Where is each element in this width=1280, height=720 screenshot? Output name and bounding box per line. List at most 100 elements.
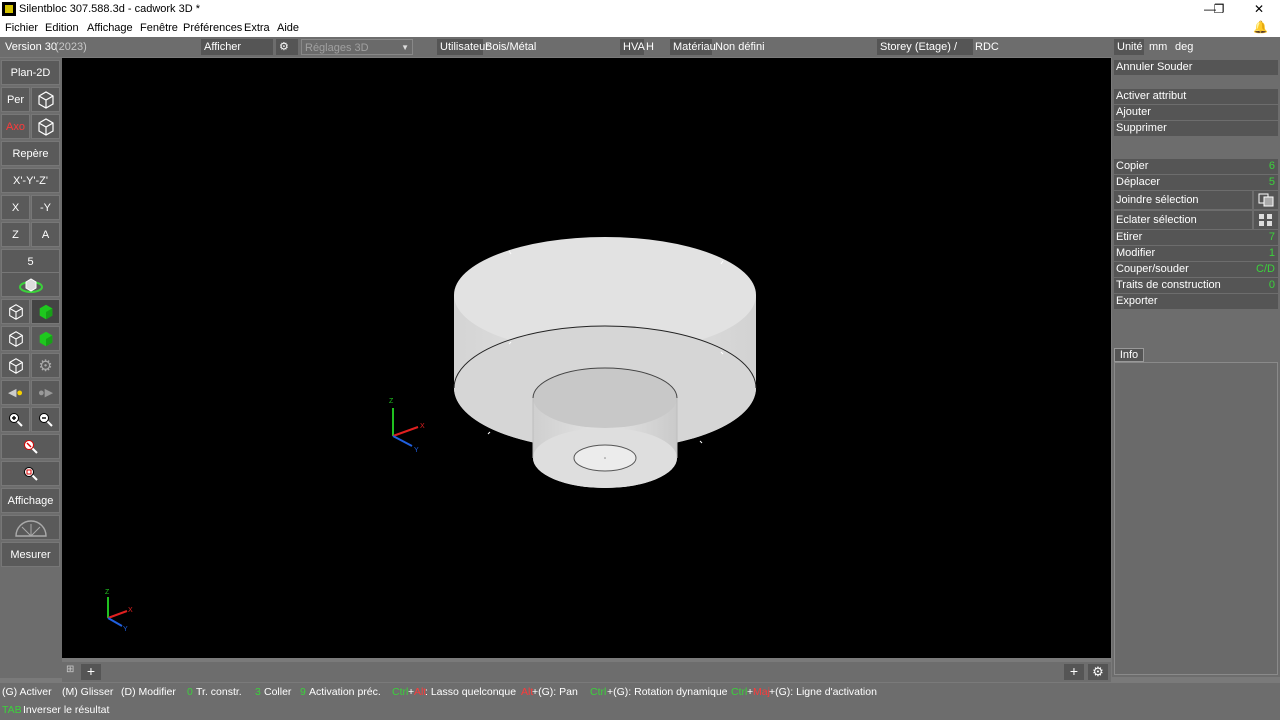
axo-button[interactable]: Axo — [1, 114, 30, 139]
bell-icon[interactable]: 🔔 — [1253, 20, 1268, 34]
annuler-souder-button[interactable]: Annuler Souder — [1114, 60, 1278, 75]
storey-button[interactable]: Storey (Etage) / IFC — [877, 39, 973, 69]
add-view-right-button[interactable]: + — [1064, 664, 1084, 680]
user-button[interactable]: Utilisateur — [437, 39, 489, 55]
copier-label: Copier — [1116, 160, 1149, 172]
status-constr-key: 0 — [187, 686, 193, 698]
neg-y-view-button[interactable]: -Y — [31, 195, 60, 220]
mesurer-button[interactable]: Mesurer — [1, 542, 60, 567]
silentbloc-model[interactable] — [453, 237, 757, 488]
corner-axis-triad: Z X Y — [105, 589, 133, 633]
storey-value: RDC — [975, 41, 999, 53]
restore-button[interactable]: ❐ — [1204, 1, 1234, 18]
etirer-shortcut: 7 — [1268, 231, 1275, 243]
menu-affichage[interactable]: Affichage — [87, 22, 133, 34]
close-button[interactable]: ✕ — [1244, 1, 1274, 18]
hva-button[interactable]: HVA — [620, 39, 645, 55]
deplacer-button[interactable]: Déplacer 5 — [1114, 175, 1278, 190]
settings-3d-select[interactable]: Réglages 3D ▼ — [301, 39, 413, 55]
status-activation-key: 9 — [300, 686, 306, 698]
modifier-button[interactable]: Modifier 1 — [1114, 246, 1278, 261]
version-label: Version 30 — [5, 41, 57, 53]
menu-fenetre[interactable]: Fenêtre — [140, 22, 178, 34]
tab-info[interactable]: Info — [1114, 348, 1144, 362]
traits-construction-label: Traits de construction — [1116, 279, 1221, 291]
center-axis-triad: Z X Y — [389, 398, 425, 454]
status-pan: +(G): Pan — [532, 686, 578, 698]
unit-length: mm — [1149, 41, 1168, 53]
ajouter-button[interactable]: Ajouter — [1114, 105, 1278, 120]
a-view-button[interactable]: A — [31, 222, 60, 247]
left-toolbar: Plan-2D Per Axo Repère X'-Y'-Z' X -Y Z A… — [0, 58, 62, 678]
status-rotation-key: Ctrl — [590, 686, 607, 698]
user-value: Bois/Métal — [485, 41, 537, 53]
status-constr: Tr. constr. — [196, 686, 242, 698]
gear-icon[interactable]: ⚙ — [276, 39, 298, 55]
title-bar: Silentbloc 307.588.3d - cadwork 3D * — ❐… — [0, 0, 1280, 19]
hidden-line-cube-icon[interactable] — [1, 326, 30, 351]
axo-cube-icon[interactable] — [31, 114, 60, 139]
join-selection-icon[interactable] — [1254, 191, 1278, 209]
menu-extra[interactable]: Extra — [244, 22, 270, 34]
center-axis-x-label: X — [420, 423, 425, 430]
rotate-view-icon[interactable] — [1, 272, 60, 297]
version-year: (2023) — [55, 41, 87, 53]
xyz-button[interactable]: X'-Y'-Z' — [1, 168, 60, 193]
top-toolbar: Version 30 (2023) Afficher attribut ⚙ Ré… — [0, 37, 1280, 69]
etirer-label: Etirer — [1116, 231, 1143, 243]
joindre-selection-button[interactable]: Joindre sélection — [1114, 191, 1252, 209]
modifier-shortcut: 1 — [1268, 247, 1275, 259]
couper-souder-button[interactable]: Couper/souder C/D — [1114, 262, 1278, 277]
menu-edition[interactable]: Edition — [45, 22, 79, 34]
z-view-button[interactable]: Z — [1, 222, 30, 247]
exporter-button[interactable]: Exporter — [1114, 294, 1278, 309]
chevron-down-icon: ▼ — [401, 43, 409, 52]
affichage-button[interactable]: Affichage — [1, 488, 60, 513]
repere-button[interactable]: Repère — [1, 141, 60, 166]
protractor-icon[interactable] — [1, 515, 60, 540]
traits-construction-shortcut: 0 — [1268, 279, 1275, 291]
zoom-in-icon[interactable] — [1, 407, 30, 432]
material-value: Non défini — [715, 41, 765, 53]
view-5-button[interactable]: 5 — [1, 249, 60, 274]
show-attribute-button[interactable]: Afficher attribut — [201, 39, 273, 69]
render-cube-icon[interactable] — [1, 353, 30, 378]
grid-icon[interactable]: ⊞ — [66, 664, 74, 675]
light-previous-icon[interactable]: ◀● — [1, 380, 30, 405]
menu-aide[interactable]: Aide — [277, 22, 299, 34]
wireframe-cube-icon[interactable] — [1, 299, 30, 324]
status-tab-key: TAB — [2, 704, 22, 716]
render-settings-gear-icon[interactable]: ⚙ — [31, 353, 60, 378]
traits-construction-button[interactable]: Traits de construction 0 — [1114, 278, 1278, 293]
status-ligne-key2: Maj — [753, 686, 770, 698]
menu-preferences[interactable]: Préférences — [183, 22, 242, 34]
add-view-left-button[interactable]: + — [81, 664, 101, 680]
perspective-cube-icon[interactable] — [31, 87, 60, 112]
unit-button[interactable]: Unité — [1114, 39, 1144, 55]
zoom-window-icon[interactable] — [1, 434, 60, 459]
copier-button[interactable]: Copier 6 — [1114, 159, 1278, 174]
eclater-selection-button[interactable]: Eclater sélection — [1114, 211, 1252, 229]
zoom-all-icon[interactable] — [1, 461, 60, 486]
plan-2d-button[interactable]: Plan-2D — [1, 60, 60, 85]
explode-selection-icon[interactable] — [1254, 211, 1278, 229]
supprimer-button[interactable]: Supprimer — [1114, 121, 1278, 136]
unit-angle: deg — [1175, 41, 1194, 53]
solid-cube-icon[interactable] — [31, 299, 60, 324]
modifier-label: Modifier — [1116, 247, 1156, 259]
x-view-button[interactable]: X — [1, 195, 30, 220]
status-ligne: +(G): Ligne d'activation — [769, 686, 877, 698]
activer-attribut-button[interactable]: Activer attribut — [1114, 89, 1278, 104]
zoom-out-icon[interactable] — [31, 407, 60, 432]
hva-value: H — [646, 41, 654, 53]
light-next-icon[interactable]: ●▶ — [31, 380, 60, 405]
shaded-cube-icon[interactable] — [31, 326, 60, 351]
material-button[interactable]: Matériau — [670, 39, 716, 55]
per-button[interactable]: Per — [1, 87, 30, 112]
3d-viewport[interactable]: Z X Y Z X Y — [62, 58, 1111, 658]
etirer-button[interactable]: Etirer 7 — [1114, 230, 1278, 245]
view-settings-gear-icon[interactable]: ⚙ — [1088, 664, 1108, 680]
center-axis-z-label: Z — [389, 398, 394, 405]
menu-fichier[interactable]: Fichier — [5, 22, 38, 34]
center-axis-y-label: Y — [414, 447, 419, 454]
